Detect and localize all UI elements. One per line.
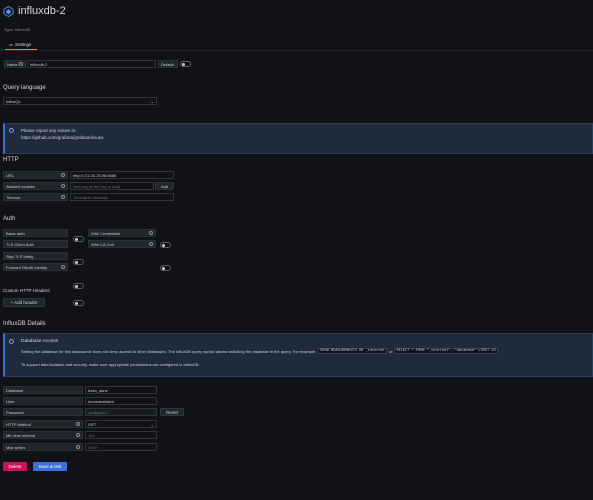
skip-tls-verify-toggle[interactable] (73, 283, 84, 289)
max-series-label: Max series (3, 443, 83, 451)
info-circle-icon (9, 128, 14, 133)
with-credentials-label: With Credentials (88, 229, 156, 237)
info-circle-icon (9, 339, 14, 344)
forward-oauth-label: Forward OAuth Identity (3, 263, 68, 271)
save-test-button[interactable]: Save & test (33, 462, 67, 471)
influxdb-logo-icon (3, 6, 14, 17)
info-icon[interactable] (19, 62, 23, 66)
min-interval-input[interactable]: 10s (85, 431, 157, 439)
tls-client-auth-toggle[interactable] (73, 259, 84, 265)
default-toggle[interactable] (180, 61, 191, 67)
tls-client-auth-label: TLS Client Auth (3, 240, 68, 248)
query-language-heading: Query language (3, 85, 46, 91)
name-input[interactable]: influxdb-2 (27, 60, 156, 68)
database-access-alert (3, 333, 593, 377)
custom-headers-heading: Custom HTTP Headers (3, 288, 50, 293)
basic-auth-label: Basic auth (3, 229, 68, 237)
chevron-down-icon: ⌄ (150, 98, 154, 104)
basic-auth-toggle[interactable] (73, 236, 84, 242)
alert-body-line1: Setting the database for this datasource… (21, 348, 498, 354)
password-label: Password (3, 408, 83, 416)
reset-password-button[interactable]: Reset (160, 408, 184, 416)
influxdb-details-heading: InfluxDB Details (3, 321, 46, 327)
info-icon[interactable] (149, 231, 153, 235)
info-icon[interactable] (76, 445, 80, 449)
http-method-select[interactable]: GET ⌄ (85, 420, 157, 428)
info-icon[interactable] (76, 433, 80, 437)
with-credentials-toggle[interactable] (160, 242, 171, 248)
name-label: Name (4, 60, 26, 68)
password-input[interactable]: configured (85, 408, 157, 416)
http-heading: HTTP (3, 157, 19, 163)
tab-settings-label: Settings (15, 42, 32, 47)
forward-oauth-toggle[interactable] (73, 300, 84, 306)
info-icon[interactable] (61, 195, 65, 199)
report-link[interactable]: https://github.com/grafana/grafana/issue… (21, 135, 104, 140)
timeout-label: Timeout (3, 193, 68, 201)
min-interval-label: Min time interval (3, 431, 83, 439)
query-language-select[interactable]: InfluxQL ⌄ (3, 97, 157, 105)
user-input[interactable]: homeassistant (85, 397, 157, 405)
user-label: User (3, 397, 83, 405)
database-label: Database (3, 386, 83, 394)
auth-heading: Auth (3, 216, 16, 222)
code-select-query: SELECT * FROM "_internal".."database" LI… (394, 348, 498, 354)
http-method-label: HTTP Method (3, 420, 83, 428)
tabs-divider (0, 50, 593, 51)
add-header-button[interactable]: + Add header (3, 298, 45, 307)
add-cookie-button[interactable]: Add (155, 182, 174, 190)
alert-title: Database Access (21, 339, 59, 344)
page-title: influxdb-2 (18, 5, 66, 17)
url-input[interactable]: http://172.20.20.98:8086 (70, 171, 174, 179)
info-icon[interactable] (149, 242, 153, 246)
url-label: URL (3, 171, 68, 179)
report-text-line1: Please report any issues to: (21, 128, 77, 133)
database-input[interactable]: baza_dane (85, 386, 157, 394)
max-series-input[interactable]: 1000 (85, 443, 157, 451)
info-icon[interactable] (61, 265, 65, 269)
default-label: Default (158, 60, 178, 68)
code-show-measurements: SHOW MEASUREMENTS ON _internal (318, 348, 387, 354)
alert-body-line2: To support data isolation and security, … (21, 362, 200, 367)
info-icon[interactable] (61, 173, 65, 177)
with-ca-cert-toggle[interactable] (160, 265, 171, 271)
datasource-type: Type: InfluxDB (4, 27, 31, 32)
sliders-icon: ⚌ (9, 41, 14, 47)
allowed-cookies-label: Allowed cookies (3, 182, 68, 190)
timeout-input[interactable]: Timeout in seconds (70, 193, 174, 201)
chevron-down-icon: ⌄ (150, 421, 154, 427)
delete-button[interactable]: Delete (3, 462, 27, 471)
with-ca-cert-label: With CA Cert (88, 240, 156, 248)
info-icon[interactable] (61, 184, 65, 188)
allowed-cookies-input[interactable]: New tag (enter key to add) (70, 182, 154, 190)
skip-tls-verify-label: Skip TLS Verify (3, 252, 68, 260)
info-icon[interactable] (76, 422, 80, 426)
